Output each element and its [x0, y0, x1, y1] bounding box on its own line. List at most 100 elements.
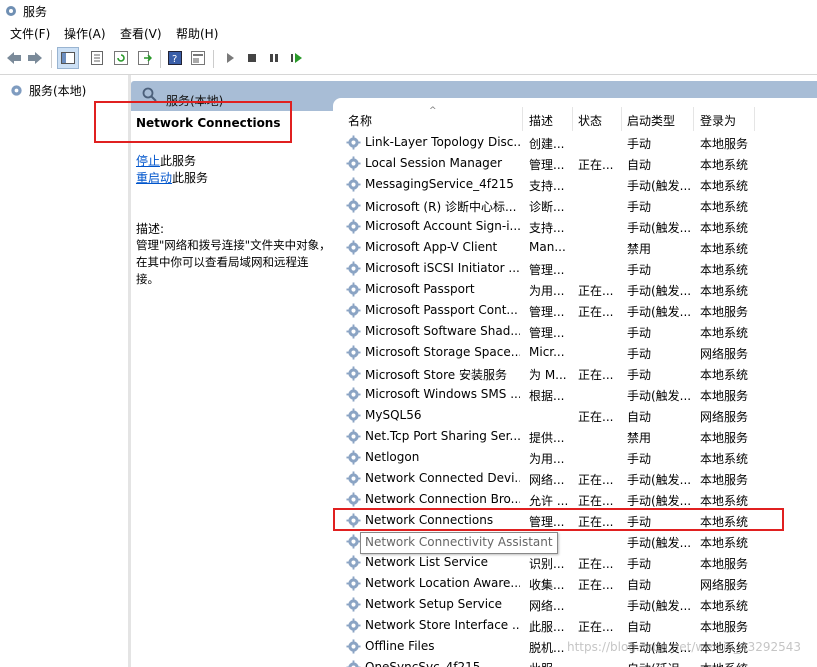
service-row[interactable]: Microsoft Storage Space... Micr... 手动 网络服务	[333, 342, 817, 363]
service-gear-icon	[346, 261, 361, 276]
service-row[interactable]: Network Connected Devi... 网络... 正在... 手动(触发…	[333, 468, 817, 489]
service-row[interactable]: MessagingService_4f215 支持... 手动(触发... 本地系统	[333, 174, 817, 195]
service-gear-icon	[346, 618, 361, 633]
toolbar-divider	[51, 50, 52, 68]
svg-text:?: ?	[172, 54, 177, 65]
service-row[interactable]: Microsoft Store 安装服务 为 M... 正在... 手动 本地系统	[333, 363, 817, 384]
service-gear-icon	[346, 366, 361, 381]
service-logon-as: 本地系统	[700, 221, 749, 235]
service-row[interactable]: Microsoft (R) 诊断中心标... 诊断... 手动 本地系统	[333, 195, 817, 216]
show-hide-pane-icon[interactable]	[189, 49, 207, 67]
services-gear-icon	[11, 84, 22, 96]
service-row[interactable]: Network List Service 识别... 正在... 手动 本地服务	[333, 552, 817, 573]
service-row[interactable]: Local Session Manager 管理... 正在... 自动 本地系统	[333, 153, 817, 174]
service-name: Microsoft Windows SMS ...	[365, 387, 520, 401]
service-gear-icon	[346, 387, 361, 402]
service-startup-type: 手动	[627, 557, 652, 571]
column-divider[interactable]	[522, 107, 523, 131]
service-row[interactable]: MySQL56 正在... 自动 网络服务	[333, 405, 817, 426]
help-icon[interactable]: ?	[166, 49, 184, 67]
service-row[interactable]: Microsoft Account Sign-i... 支持... 手动(触发...…	[333, 216, 817, 237]
menu-bar: 文件(F) 操作(A) 查看(V) 帮助(H)	[0, 22, 817, 43]
service-row[interactable]: Link-Layer Topology Disc... 创建... 手动 本地服务	[333, 132, 817, 153]
column-header-description[interactable]: 描述	[529, 112, 553, 129]
service-row[interactable]: Microsoft Passport 为用... 正在... 手动(触发... 本地系统	[333, 279, 817, 300]
service-gear-icon	[346, 492, 361, 507]
service-row[interactable]: Microsoft App-V Client Man... 禁用 本地系统	[333, 237, 817, 258]
column-header-startup-type[interactable]: 启动类型	[627, 112, 675, 129]
column-divider[interactable]	[572, 107, 573, 131]
service-logon-as: 本地系统	[700, 263, 749, 277]
service-name-tooltip: Network Connectivity Assistant	[360, 532, 558, 554]
menu-file[interactable]: 文件(F)	[10, 25, 50, 42]
service-row[interactable]: Microsoft Windows SMS ... 根据... 手动(触发... 本地…	[333, 384, 817, 405]
highlight-detail-title	[94, 101, 292, 143]
pause-service-icon[interactable]	[265, 49, 283, 67]
restart-service-link[interactable]: 重启动	[136, 171, 172, 185]
services-list: ^ 名称 描述 状态 启动类型 登录为 Link-Layer Topology …	[333, 98, 817, 667]
service-status: 正在...	[578, 494, 614, 508]
tree-item-services-local[interactable]: 服务(本地)	[9, 82, 86, 98]
service-gear-icon	[346, 240, 361, 255]
column-header-logon-as[interactable]: 登录为	[700, 112, 736, 129]
stop-line: 停止此服务	[136, 152, 196, 169]
service-name: Microsoft Passport	[365, 282, 475, 296]
toolbar: ?	[0, 43, 817, 75]
menu-help[interactable]: 帮助(H)	[176, 25, 218, 42]
service-logon-as: 本地系统	[700, 158, 749, 172]
service-gear-icon	[346, 282, 361, 297]
export-list-icon[interactable]	[136, 49, 154, 67]
stop-service-link[interactable]: 停止	[136, 154, 160, 168]
menu-view[interactable]: 查看(V)	[120, 25, 162, 42]
back-arrow-icon[interactable]	[5, 49, 23, 67]
service-name: Offline Files	[365, 639, 435, 653]
restart-service-icon[interactable]	[288, 49, 306, 67]
service-startup-type: 手动(触发...	[627, 599, 692, 613]
service-row[interactable]: Network Setup Service 网络... 手动(触发... 本地系统	[333, 594, 817, 615]
tree-item-label: 服务(本地)	[29, 83, 87, 98]
service-name: Local Session Manager	[365, 156, 503, 170]
service-row[interactable]: Net.Tcp Port Sharing Ser... 提供... 禁用 本地服务	[333, 426, 817, 447]
service-gear-icon	[346, 177, 361, 192]
toolbar-divider	[160, 50, 161, 68]
service-row[interactable]: Microsoft iSCSI Initiator ... 管理... 手动 本地系统	[333, 258, 817, 279]
service-row[interactable]: OneSyncSvc_4f215 此服... 自动(延迟... 本地系统	[333, 657, 817, 667]
column-header-name[interactable]: 名称	[348, 112, 372, 129]
window-title: 服务	[23, 5, 48, 19]
service-startup-type: 自动	[627, 620, 652, 634]
service-row[interactable]: Network Connection Bro... 允许 ... 正在... 手动(触…	[333, 489, 817, 510]
service-description: 支持...	[529, 179, 565, 193]
service-startup-type: 手动(触发...	[627, 494, 692, 508]
service-description: 为用...	[529, 452, 565, 466]
column-divider[interactable]	[621, 107, 622, 131]
service-row[interactable]: Network Store Interface ... 此服... 正在... 自动 本…	[333, 615, 817, 636]
service-row[interactable]: Microsoft Software Shad... 管理... 手动 本地系统	[333, 321, 817, 342]
service-row[interactable]: Network Location Aware... 收集... 正在... 自动 网络服…	[333, 573, 817, 594]
service-name: OneSyncSvc_4f215	[365, 660, 481, 667]
start-service-icon[interactable]	[221, 49, 239, 67]
properties-sheet-icon[interactable]	[88, 49, 106, 67]
restart-suffix: 此服务	[172, 171, 209, 185]
service-startup-type: 自动	[627, 578, 652, 592]
console-tree-icon[interactable]	[57, 47, 79, 69]
watermark: https://blog.csdn.net/weixin_43292543	[567, 640, 802, 654]
refresh-icon[interactable]	[112, 49, 130, 67]
service-name: Microsoft Software Shad...	[365, 324, 520, 338]
column-header-status[interactable]: 状态	[578, 112, 602, 129]
service-description: 支持...	[529, 221, 565, 235]
service-description: 网络...	[529, 473, 565, 487]
menu-action[interactable]: 操作(A)	[64, 25, 106, 42]
stop-service-icon[interactable]	[243, 49, 261, 67]
column-divider[interactable]	[754, 107, 755, 131]
service-startup-type: 自动	[627, 158, 652, 172]
service-gear-icon	[346, 471, 361, 486]
service-logon-as: 本地服务	[700, 137, 749, 151]
service-logon-as: 网络服务	[700, 578, 749, 592]
forward-arrow-icon[interactable]	[26, 49, 44, 67]
service-logon-as: 本地系统	[700, 326, 749, 340]
service-description: 识别...	[529, 557, 565, 571]
service-row[interactable]: Netlogon 为用... 手动 本地系统	[333, 447, 817, 468]
service-name: Microsoft Store 安装服务	[365, 368, 507, 382]
column-divider[interactable]	[693, 107, 694, 131]
service-row[interactable]: Microsoft Passport Cont... 管理... 正在... 手动(触…	[333, 300, 817, 321]
